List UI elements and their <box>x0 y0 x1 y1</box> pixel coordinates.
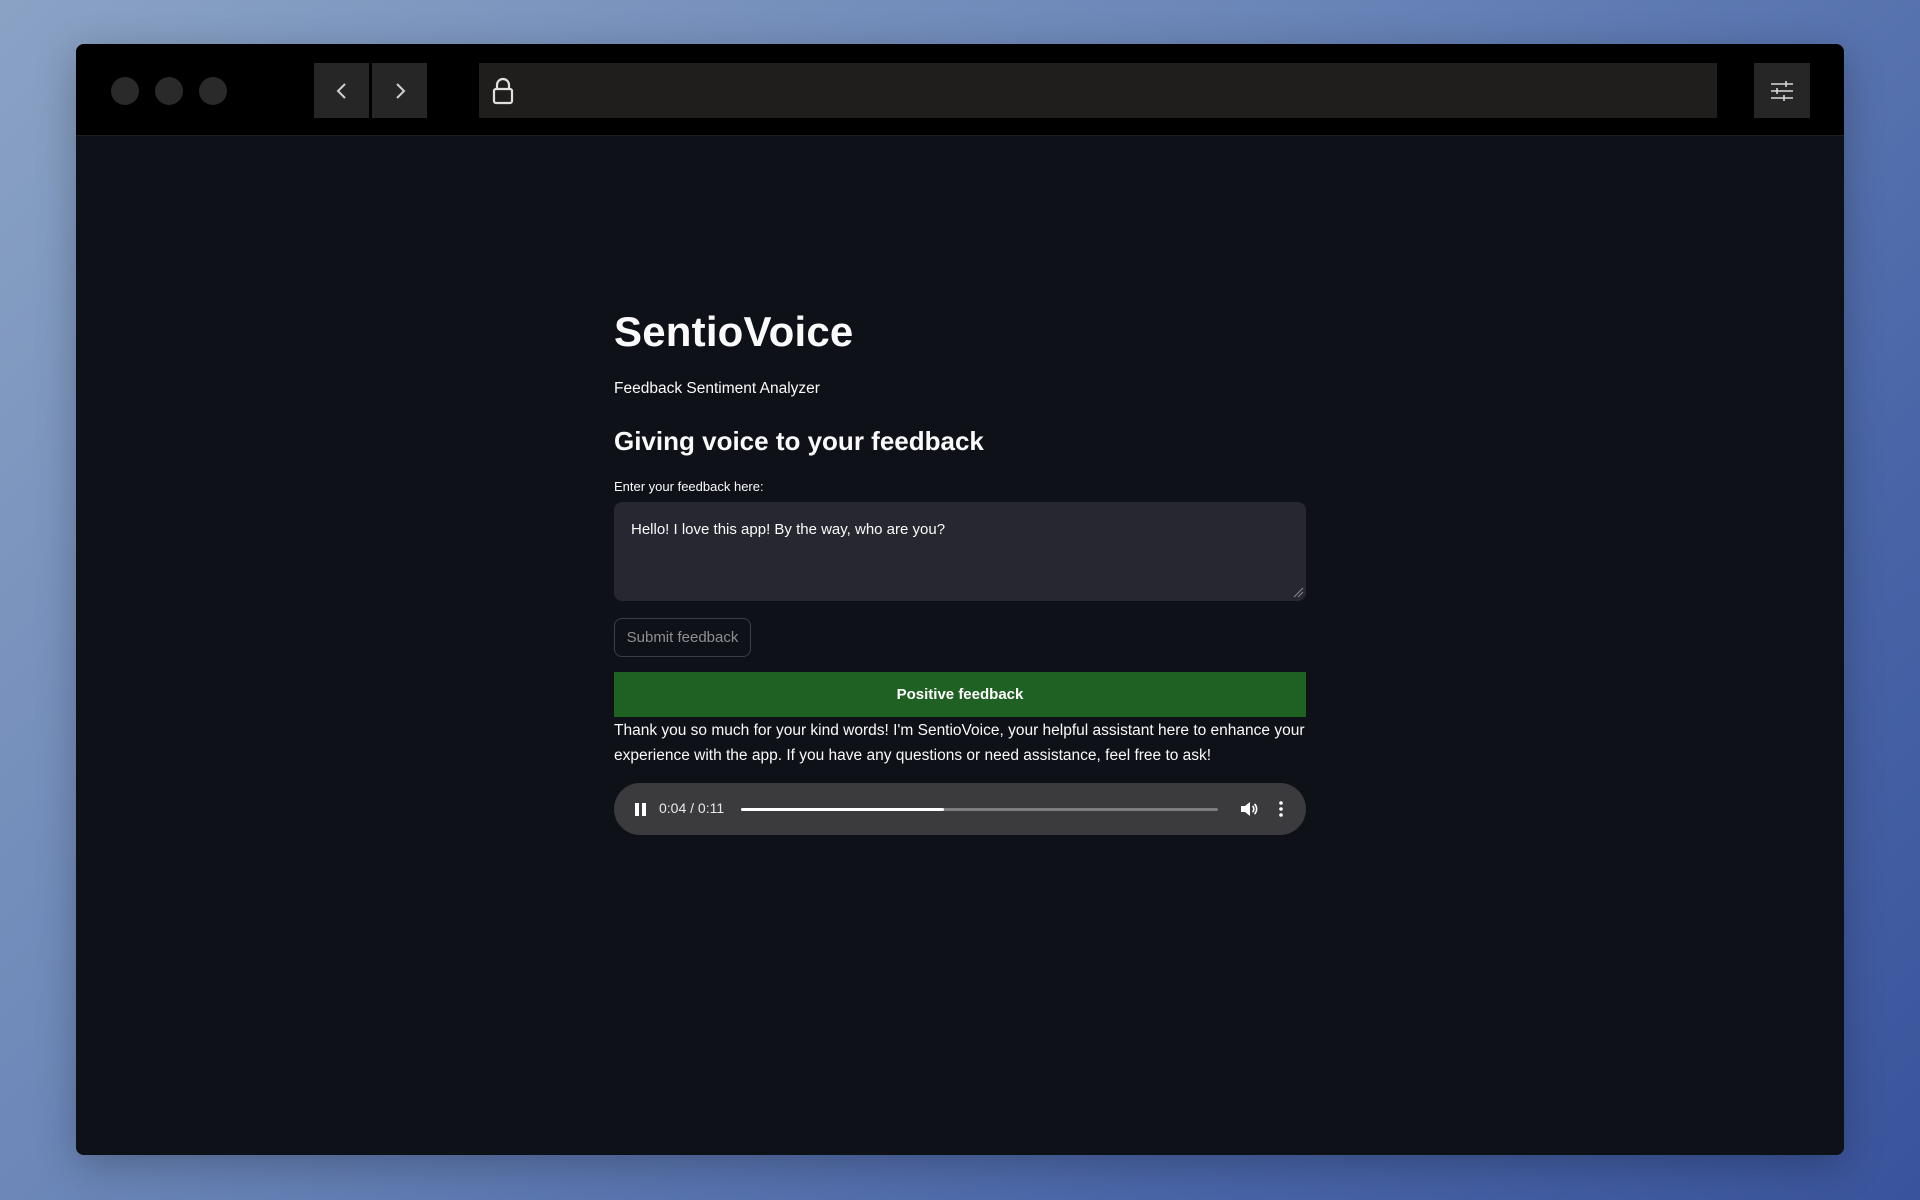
audio-time: 0:04 / 0:11 <box>659 800 725 816</box>
minimize-window-dot[interactable] <box>155 77 183 105</box>
app-title: SentioVoice <box>614 308 854 355</box>
more-vertical-icon[interactable] <box>1271 799 1291 819</box>
pause-button[interactable] <box>632 801 648 817</box>
browser-window: SentioVoice Feedback Sentiment Analyzer … <box>76 44 1844 1155</box>
browser-titlebar <box>76 44 1844 136</box>
section-heading: Giving voice to your feedback <box>614 426 984 456</box>
feedback-textarea[interactable] <box>614 502 1306 601</box>
resize-grip-icon[interactable] <box>1292 586 1304 598</box>
feedback-label: Enter your feedback here: <box>614 479 764 494</box>
pause-icon <box>634 803 639 816</box>
sentiment-result-banner: Positive feedback <box>614 672 1306 717</box>
close-window-dot[interactable] <box>111 77 139 105</box>
chevron-left-icon <box>336 82 346 99</box>
address-bar[interactable] <box>479 63 1717 118</box>
submit-feedback-button[interactable]: Submit feedback <box>614 618 751 657</box>
pause-icon-bar <box>641 803 646 816</box>
audio-seek-bar[interactable] <box>741 808 1218 811</box>
chevron-right-icon <box>395 82 405 99</box>
page-content: SentioVoice Feedback Sentiment Analyzer … <box>76 136 1844 1155</box>
assistant-response: Thank you so much for your kind words! I… <box>614 722 1305 764</box>
maximize-window-dot[interactable] <box>199 77 227 105</box>
app-subtitle: Feedback Sentiment Analyzer <box>614 380 820 397</box>
browser-settings-button[interactable] <box>1754 63 1810 118</box>
sliders-icon <box>1771 80 1793 101</box>
forward-button[interactable] <box>372 63 427 118</box>
lock-icon <box>492 77 514 104</box>
audio-progress <box>741 808 944 811</box>
back-button[interactable] <box>314 63 369 118</box>
audio-player: 0:04 / 0:11 <box>614 783 1306 835</box>
volume-icon[interactable] <box>1238 799 1258 819</box>
